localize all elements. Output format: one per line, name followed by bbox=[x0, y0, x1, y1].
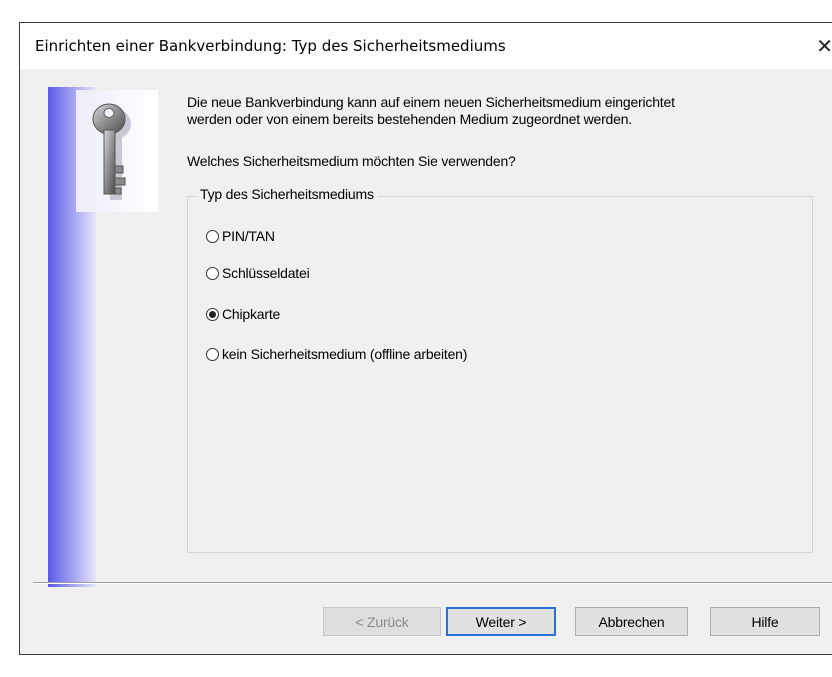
radio-option-pin-tan[interactable]: PIN/TAN bbox=[206, 228, 275, 244]
radio-label: Chipkarte bbox=[222, 306, 281, 322]
groupbox-label: Typ des Sicherheitsmediums bbox=[197, 186, 378, 202]
footer-separator bbox=[33, 582, 832, 584]
radio-button[interactable] bbox=[206, 229, 219, 243]
radio-option-offline[interactable]: kein Sicherheitsmedium (offline arbeiten… bbox=[206, 346, 467, 362]
radio-button[interactable] bbox=[206, 266, 219, 280]
question-text: Welches Sicherheitsmedium möchten Sie ve… bbox=[187, 153, 516, 169]
key-icon bbox=[92, 103, 131, 200]
title-bar: Einrichten einer Bankverbindung: Typ des… bbox=[20, 23, 832, 69]
instruction-line-1: Die neue Bankverbindung kann auf einem n… bbox=[187, 94, 675, 110]
instruction-line-2: werden oder von einem bereits bestehende… bbox=[187, 111, 632, 127]
radio-label: Schlüsseldatei bbox=[222, 265, 310, 281]
instruction-text: Die neue Bankverbindung kann auf einem n… bbox=[187, 94, 675, 128]
close-button[interactable]: ✕ bbox=[811, 23, 832, 69]
radio-label: PIN/TAN bbox=[222, 228, 275, 244]
radio-label: kein Sicherheitsmedium (offline arbeiten… bbox=[222, 346, 468, 362]
radio-option-schluesseldatei[interactable]: Schlüsseldatei bbox=[206, 265, 310, 281]
close-icon: ✕ bbox=[816, 34, 832, 58]
cancel-button[interactable]: Abbrechen bbox=[575, 607, 688, 636]
key-icon-tile bbox=[76, 90, 158, 212]
next-button[interactable]: Weiter > bbox=[446, 607, 556, 636]
help-button[interactable]: Hilfe bbox=[710, 607, 820, 636]
security-medium-groupbox bbox=[187, 196, 813, 553]
radio-button[interactable] bbox=[206, 347, 219, 361]
back-button[interactable]: < Zurück bbox=[323, 607, 441, 636]
radio-button-selected[interactable] bbox=[206, 307, 219, 321]
dialog-title: Einrichten einer Bankverbindung: Typ des… bbox=[35, 37, 506, 55]
radio-option-chipkarte[interactable]: Chipkarte bbox=[206, 306, 280, 322]
